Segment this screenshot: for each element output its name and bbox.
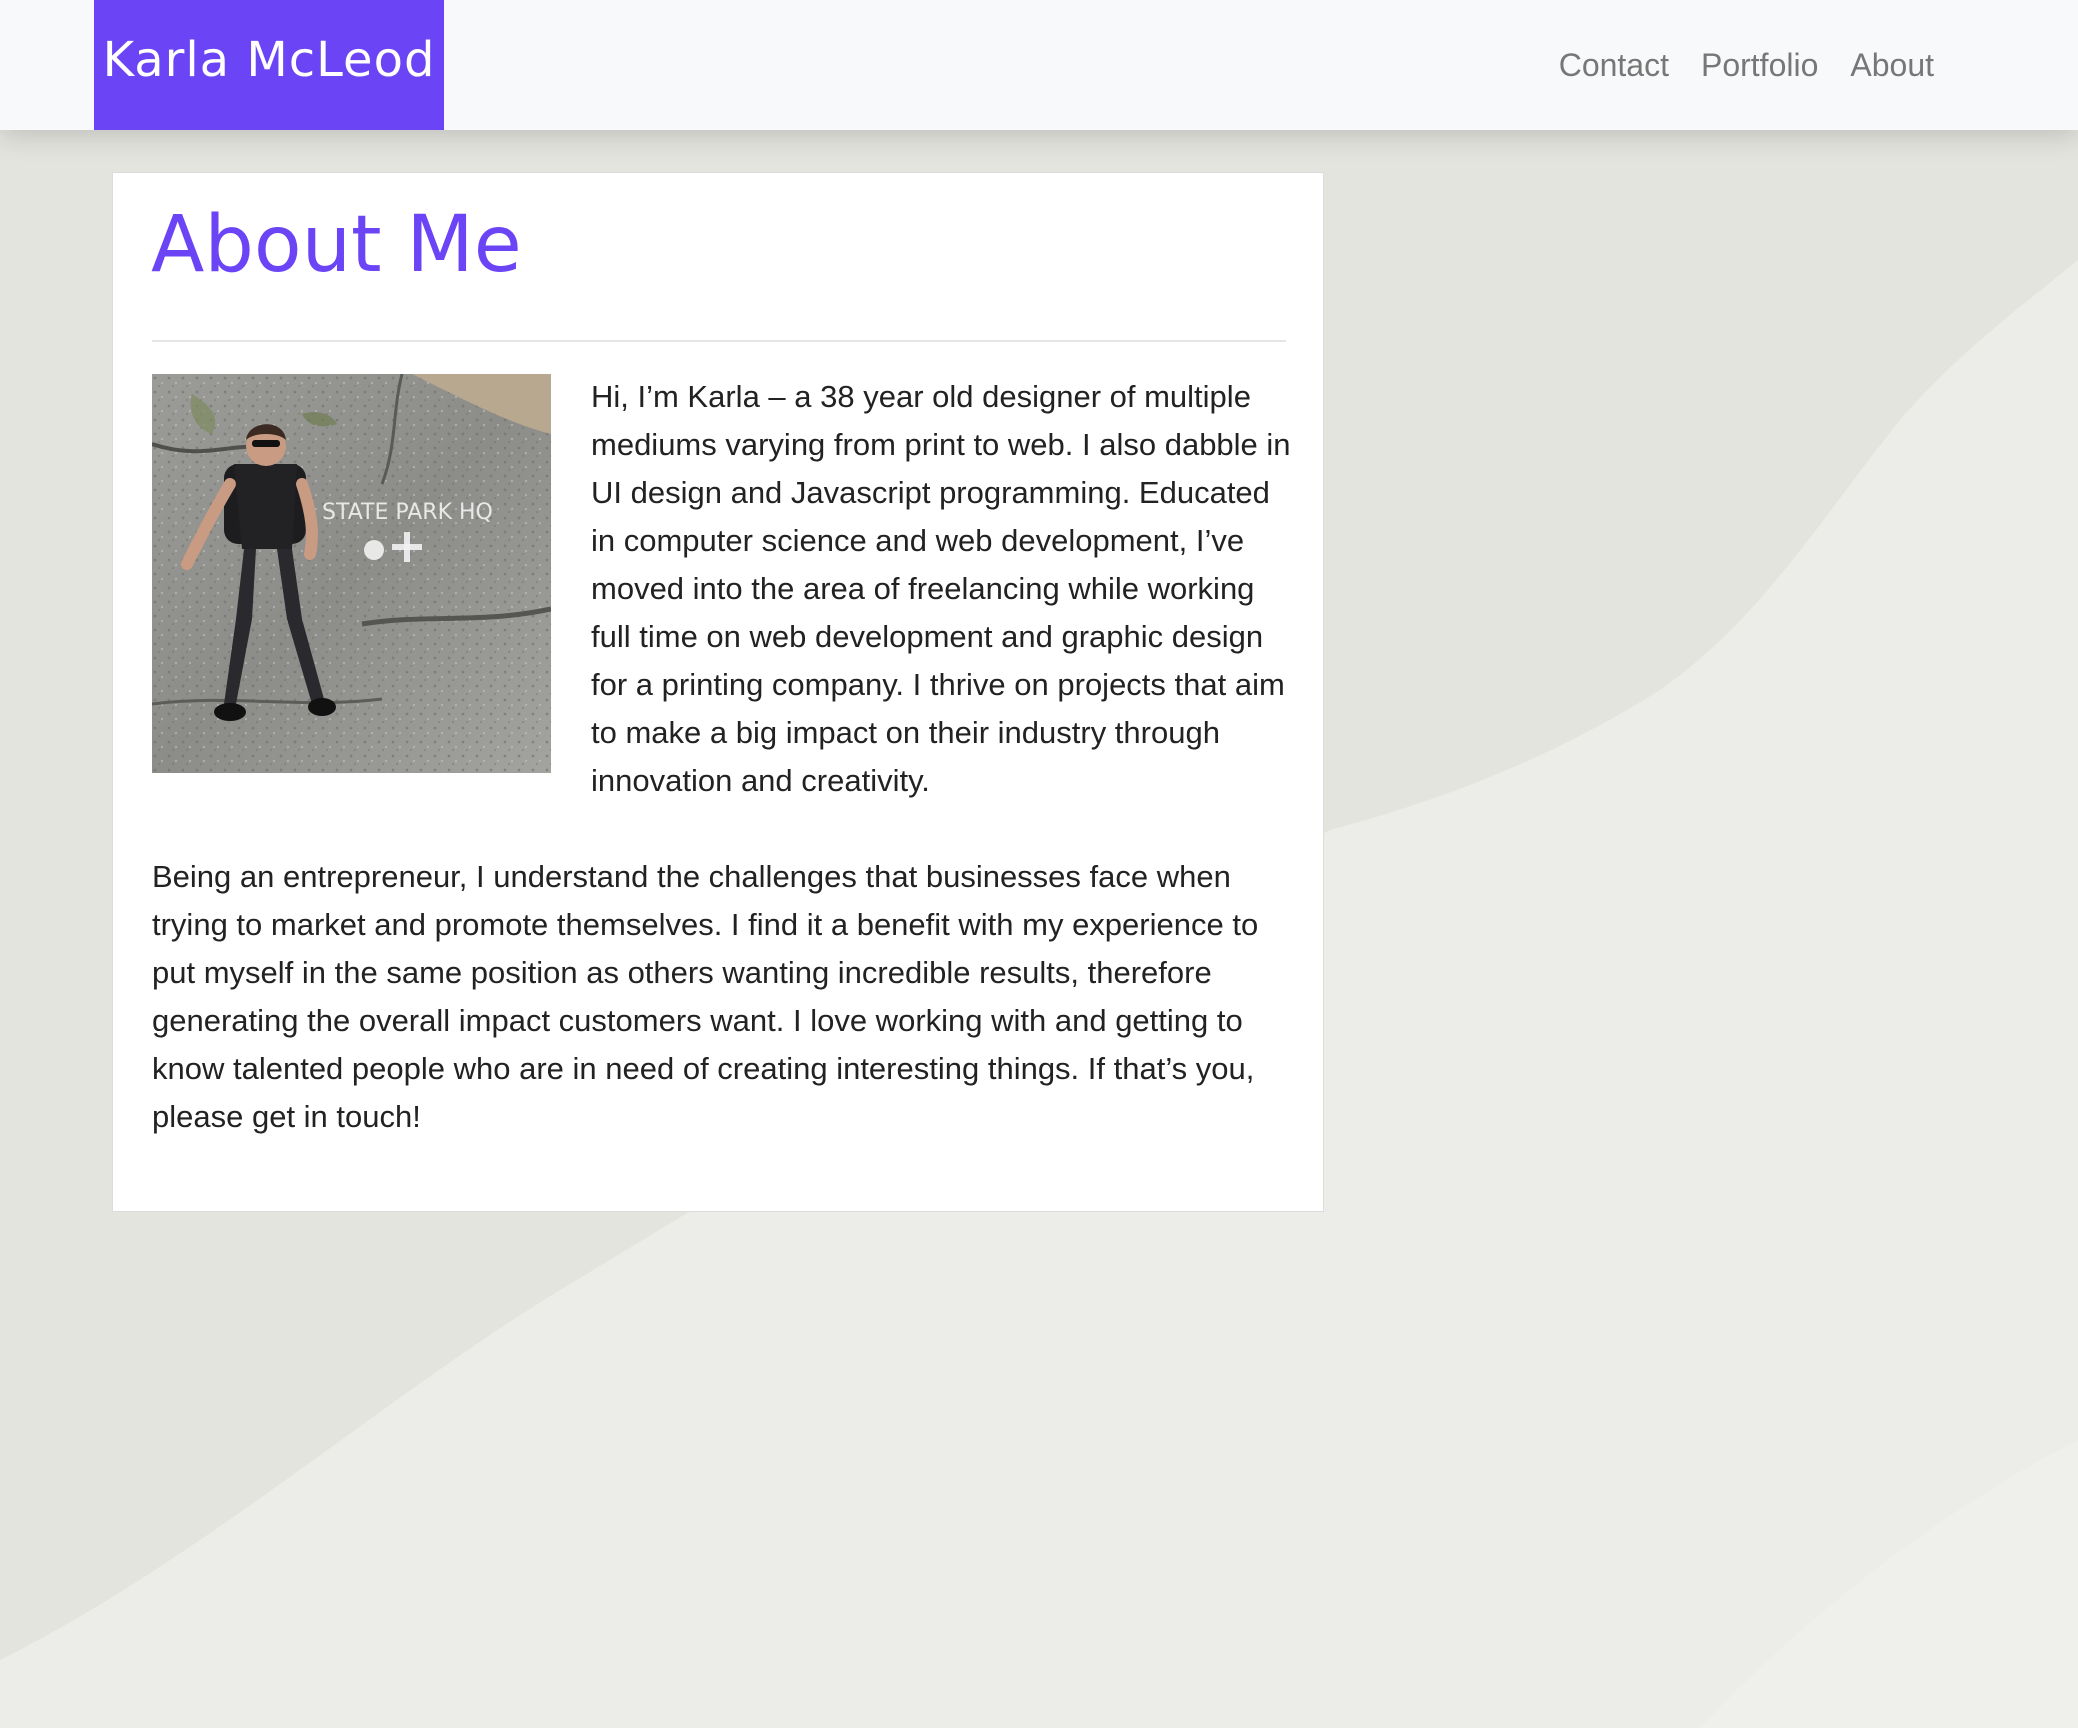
intro-paragraph: Hi, I’m Karla – a 38 year old designer o… — [591, 379, 1291, 798]
nav-links: Contact Portfolio About — [1527, 0, 1934, 130]
nav-link-contact[interactable]: Contact — [1559, 47, 1669, 84]
divider — [152, 340, 1286, 342]
profile-photo: STATE PARK HQ — [152, 374, 551, 773]
photo-rock-text: STATE PARK HQ — [322, 500, 493, 525]
nav-link-portfolio[interactable]: Portfolio — [1701, 47, 1818, 84]
about-card: About Me STATE PARK HQ Hi, I’m Karla – a… — [112, 172, 1324, 1212]
entrepreneur-paragraph: Being an entrepreneur, I understand the … — [152, 859, 1259, 1134]
page-title: About Me — [151, 200, 522, 290]
nav-link-about[interactable]: About — [1850, 47, 1934, 84]
brand-logo-link[interactable]: Karla McLeod — [94, 0, 444, 130]
navbar: Karla McLeod Contact Portfolio About — [0, 0, 2078, 130]
